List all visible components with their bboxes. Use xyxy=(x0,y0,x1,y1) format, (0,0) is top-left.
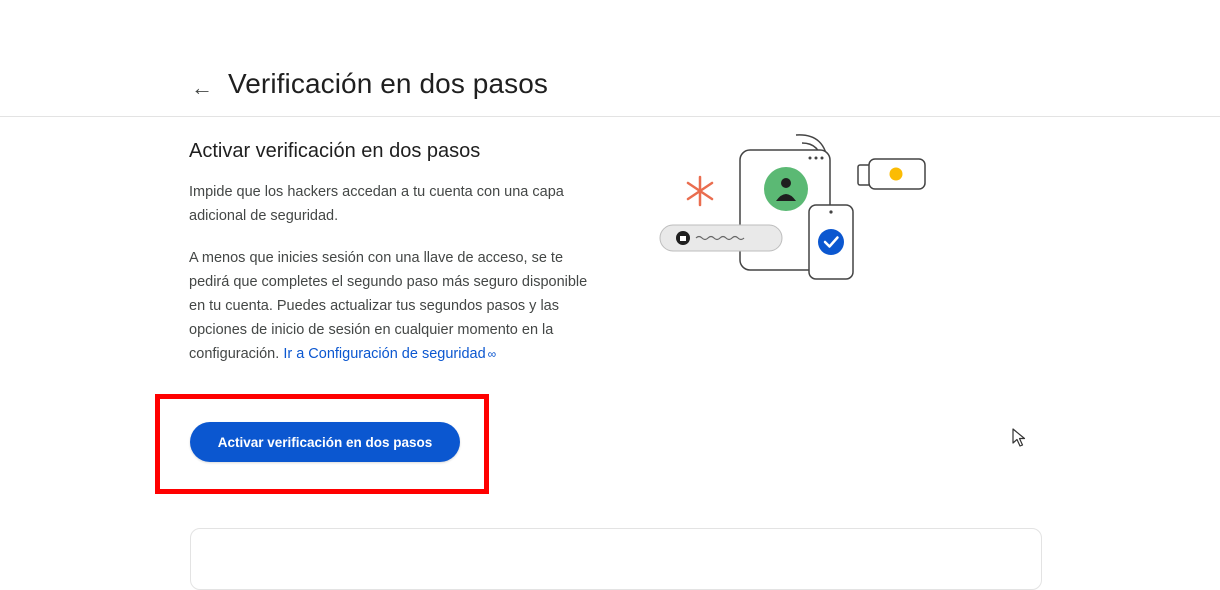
arrow-left-icon: ← xyxy=(191,75,213,100)
password-field-icon xyxy=(659,224,783,252)
mouse-cursor-icon xyxy=(1012,428,1026,447)
details-text: A menos que inicies sesión con una llave… xyxy=(189,246,599,366)
section-title: Activar verificación en dos pasos xyxy=(189,140,481,162)
security-settings-link[interactable]: Ir a Configuración de seguridad ∞ xyxy=(283,346,496,362)
security-settings-link-label: Ir a Configuración de seguridad xyxy=(283,346,486,362)
phone-icon xyxy=(808,204,854,280)
security-key-icon xyxy=(857,158,926,190)
user-shield-icon xyxy=(764,167,808,211)
activate-2sv-button[interactable]: Activar verificación en dos pasos xyxy=(190,422,460,462)
asterisk-icon xyxy=(686,175,714,207)
next-section-card xyxy=(190,528,1042,590)
security-illustration xyxy=(659,134,926,280)
intro-text: Impide que los hackers accedan a tu cuen… xyxy=(189,184,564,224)
back-button[interactable]: ← xyxy=(188,74,216,102)
top-bar: ← Verificación en dos pasos xyxy=(0,0,1220,117)
page-title: Verificación en dos pasos xyxy=(228,68,549,99)
link-icon: ∞ xyxy=(487,347,497,361)
